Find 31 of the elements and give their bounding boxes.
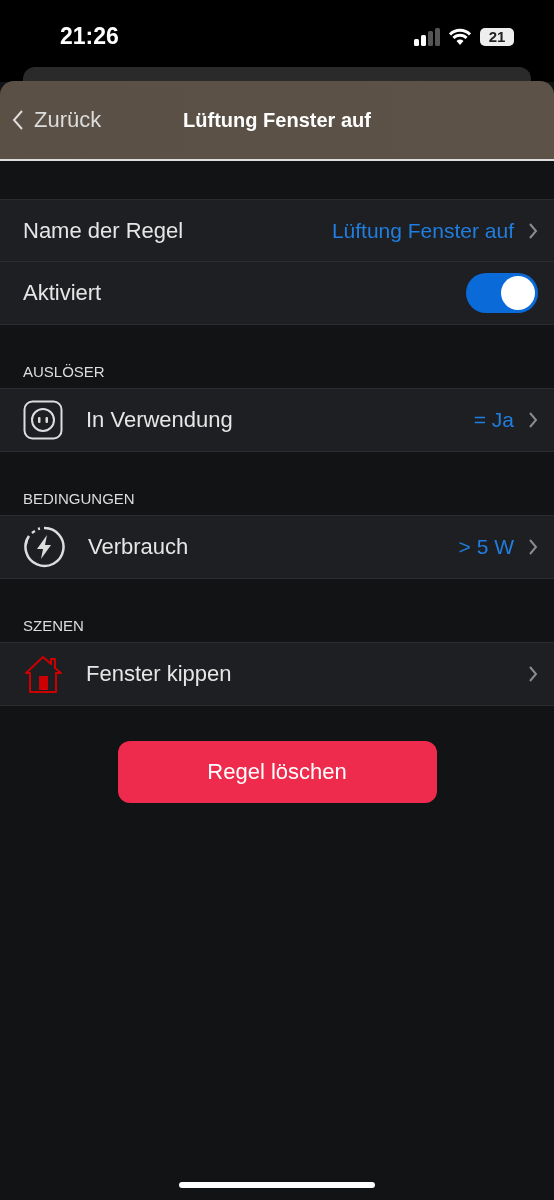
row-label: Fenster kippen [86,661,233,687]
rule-item[interactable]: In Verwendung = Ja [0,389,554,451]
row-value: > 5 W [458,535,514,559]
rule-name-row[interactable]: Name der Regel Lüftung Fenster auf [0,200,554,262]
toggle-switch[interactable] [466,273,538,313]
chevron-icon [528,538,538,556]
house-icon [23,654,63,694]
rule-item[interactable]: Verbrauch > 5 W [0,516,554,578]
status-time: 21:26 [60,23,119,50]
row-label: Aktiviert [23,280,103,306]
back-button[interactable]: Zurück [0,107,102,133]
row-value: = Ja [473,408,514,432]
delete-button[interactable]: Regel löschen [117,741,437,803]
row-label: Name der Regel [23,217,185,244]
signal-icon [414,27,440,46]
page-title: Lüftung Fenster auf [183,108,371,132]
section-header: BEDINGUNGEN [22,489,136,509]
back-icon [12,109,24,131]
section-header: SZENEN [22,616,85,636]
row-value: Lüftung Fenster auf [331,218,514,243]
chevron-icon [528,665,538,683]
row-label: In Verwendung [86,407,234,433]
lightning-icon [23,526,65,568]
chevron-icon [528,411,538,429]
rule-item[interactable]: Fenster kippen [0,643,554,705]
socket-icon [23,400,63,440]
section-header: AUSLÖSER [22,362,106,382]
battery-icon: 21 [480,27,514,46]
row-label: Verbrauch [88,534,190,560]
wifi-icon [448,27,472,46]
chevron-icon [528,221,538,240]
